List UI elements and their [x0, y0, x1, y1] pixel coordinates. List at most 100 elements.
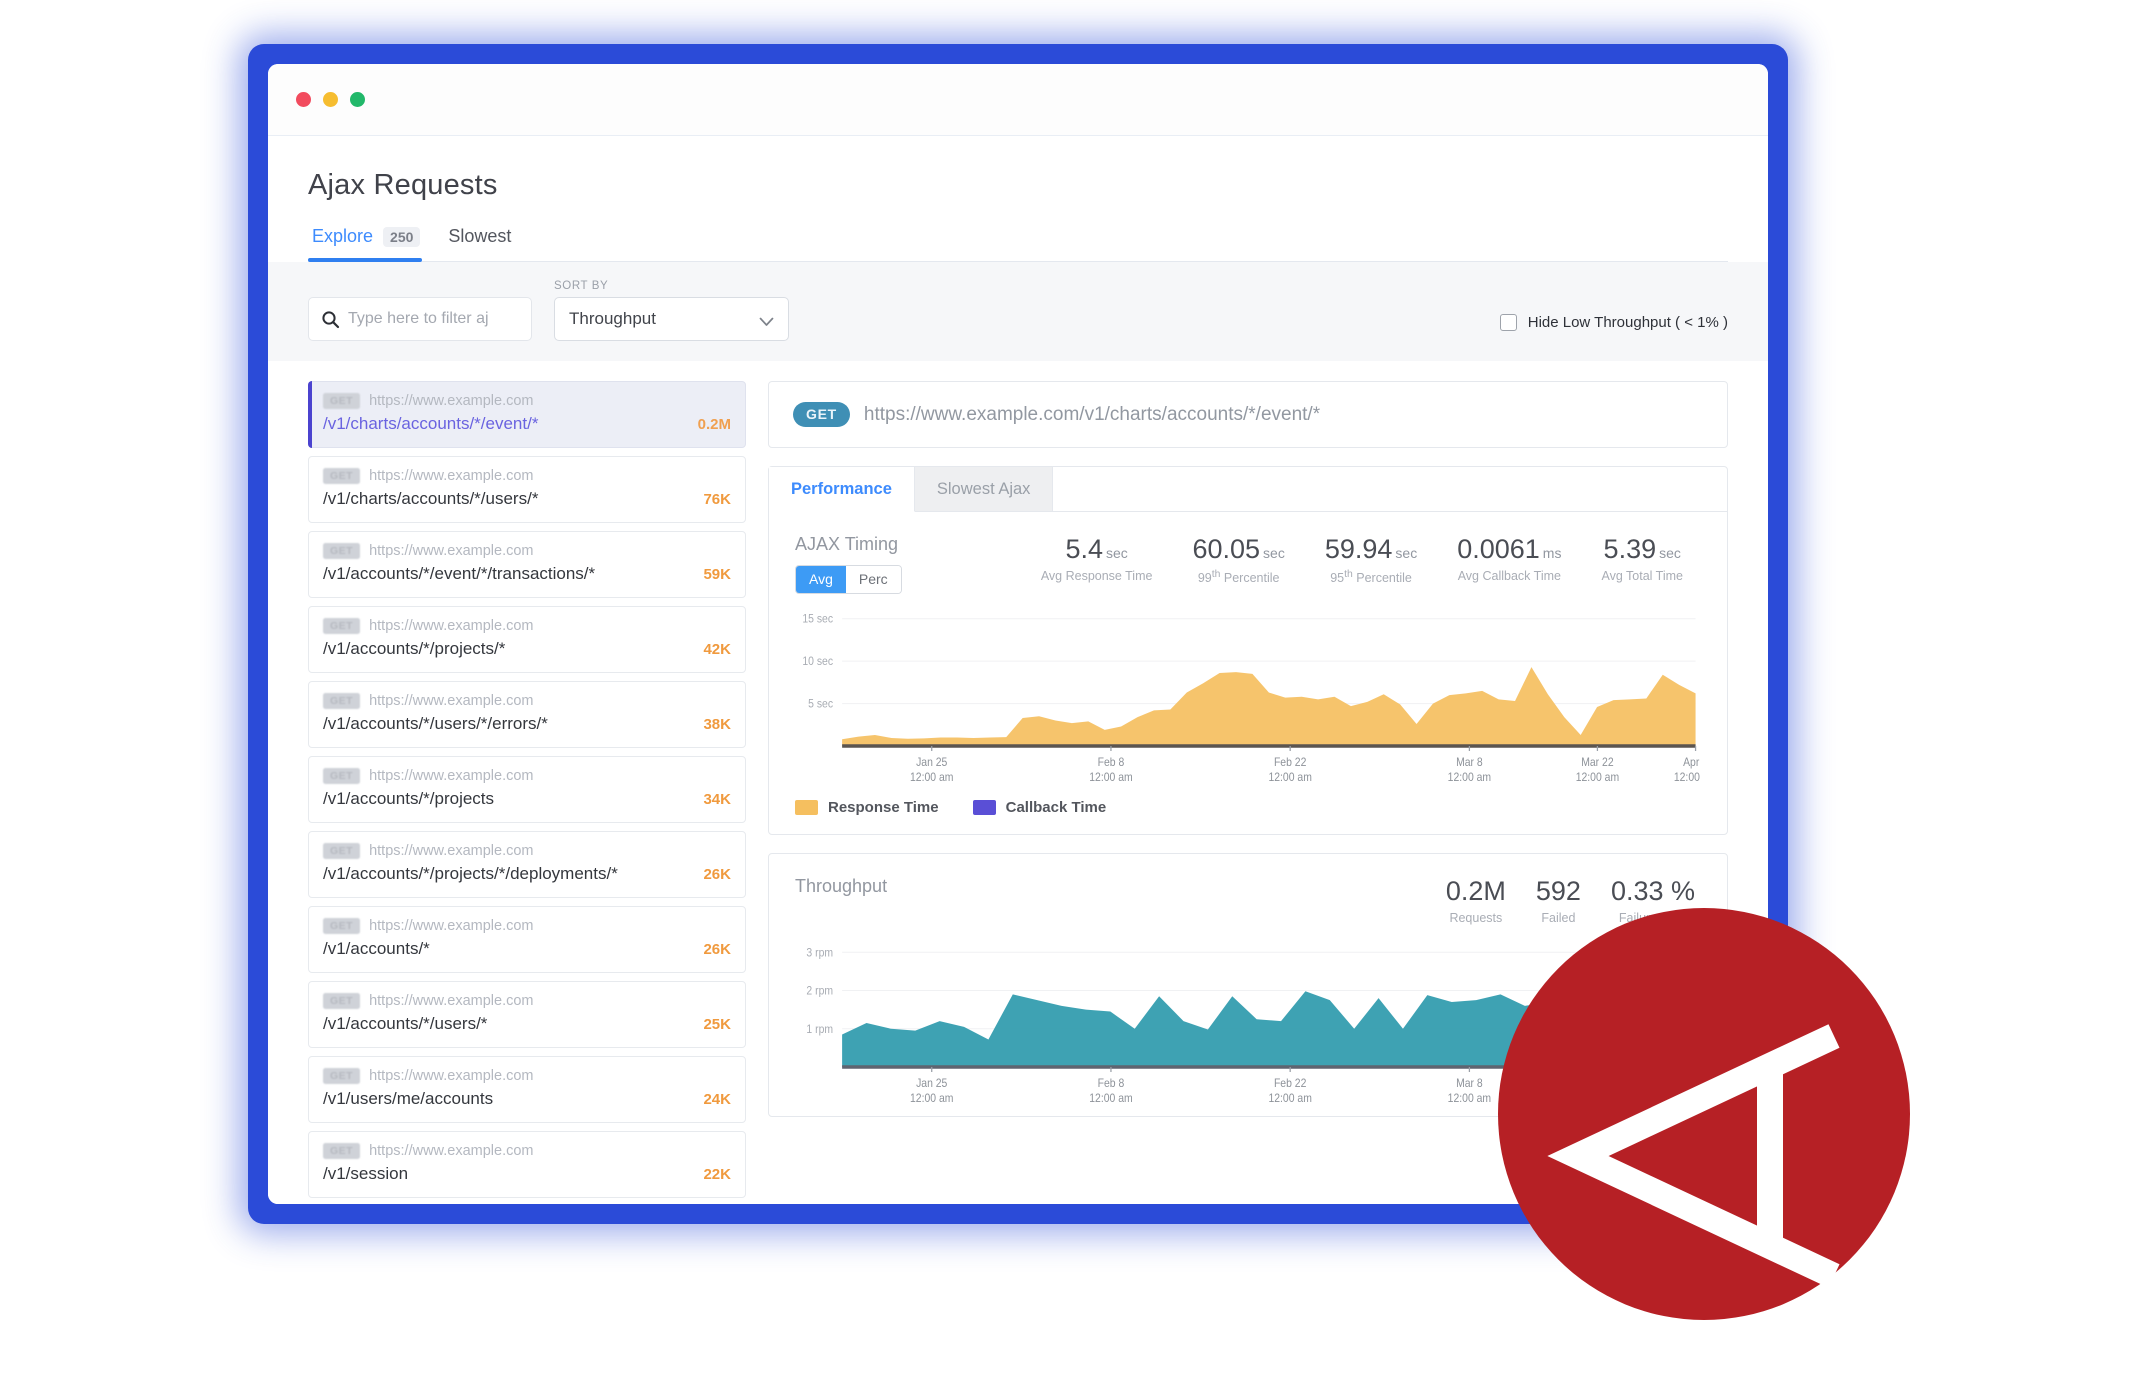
list-item-host-row: GET https://www.example.com	[323, 618, 731, 634]
metric-99th-percentile: 60.05 sec 99th Percentile	[1192, 534, 1284, 585]
tab-slowest-ajax[interactable]: Slowest Ajax	[914, 467, 1054, 511]
chevron-down-icon	[759, 314, 774, 332]
search-box[interactable]	[308, 297, 532, 341]
metric-avg-response-time: 5.4 sec Avg Response Time	[1041, 534, 1153, 585]
list-item[interactable]: GET https://www.example.com/v1/session 22K	[308, 1131, 746, 1198]
list-item-path: /v1/session	[323, 1164, 409, 1183]
timing-legend: Response Time Callback Time	[769, 795, 1727, 834]
svg-text:12:00 am: 12:00 am	[1268, 772, 1311, 785]
traffic-lights	[296, 92, 365, 107]
list-item-host-row: GET https://www.example.com	[323, 918, 731, 934]
throughput-title: Throughput	[795, 876, 888, 896]
endpoint-url: https://www.example.com/v1/charts/accoun…	[863, 403, 1321, 425]
timing-header: AJAX Timing Avg Perc 5.4 sec Avg Response…	[769, 512, 1727, 594]
list-item-count: 42K	[703, 641, 731, 658]
maximize-icon[interactable]	[350, 92, 365, 107]
svg-text:10 sec: 10 sec	[802, 656, 833, 669]
svg-text:1 rpm: 1 rpm	[806, 1023, 833, 1036]
search-icon	[321, 310, 340, 329]
svg-text:12:00 am: 12:00 am	[1268, 1093, 1311, 1106]
svg-text:Feb 8: Feb 8	[1098, 1078, 1125, 1091]
list-item-count: 26K	[703, 866, 731, 883]
list-item-path-row: /v1/accounts/*/projects/*/deployments/* 2…	[323, 864, 731, 884]
svg-text:Mar 8: Mar 8	[1456, 757, 1483, 770]
list-item[interactable]: GET https://www.example.com/v1/charts/acc…	[308, 456, 746, 523]
list-item-count: 59K	[703, 566, 731, 583]
hide-low-throughput-toggle[interactable]: Hide Low Throughput ( < 1% )	[1499, 314, 1728, 341]
svg-text:Feb 22: Feb 22	[1274, 1078, 1306, 1091]
svg-text:12:00 am: 12:00 am	[1674, 772, 1701, 785]
list-item[interactable]: GET https://www.example.com/v1/accounts/*…	[308, 981, 746, 1048]
list-item-path: /v1/accounts/*	[323, 939, 430, 958]
legend-label: Response Time	[828, 799, 939, 816]
http-method-badge: GET	[323, 1143, 361, 1159]
toggle-perc[interactable]: Perc	[845, 566, 901, 593]
list-item-count: 76K	[703, 491, 731, 508]
list-item[interactable]: GET https://www.example.com/v1/accounts/*…	[308, 531, 746, 598]
list-item-host: https://www.example.com	[369, 1143, 534, 1159]
toggle-avg[interactable]: Avg	[796, 566, 846, 593]
http-method-badge: GET	[323, 618, 361, 634]
list-item-host: https://www.example.com	[369, 1068, 534, 1084]
list-item[interactable]: GET https://www.example.com/v1/accounts/*…	[308, 756, 746, 823]
sort-select[interactable]: Throughput	[554, 297, 789, 341]
hide-low-throughput-label: Hide Low Throughput ( < 1% )	[1527, 314, 1728, 331]
metric-value: 60.05 sec	[1192, 534, 1285, 564]
svg-text:Feb 8: Feb 8	[1098, 757, 1125, 770]
list-item-path-row: /v1/accounts/*/event/*/transactions/* 59K	[323, 564, 731, 584]
hide-low-throughput-checkbox[interactable]	[1499, 314, 1517, 331]
list-item[interactable]: GET https://www.example.com/v1/accounts/*…	[308, 906, 746, 973]
legend-swatch	[972, 800, 996, 815]
detail-tabs: Performance Slowest Ajax	[769, 467, 1727, 512]
list-item-host-row: GET https://www.example.com	[323, 843, 731, 859]
browser-chrome	[268, 64, 1768, 136]
list-item[interactable]: GET https://www.example.com/v1/charts/acc…	[308, 381, 746, 448]
list-item-host-row: GET https://www.example.com	[323, 1068, 731, 1084]
legend-response-time: Response Time	[795, 799, 939, 816]
tab-performance[interactable]: Performance	[769, 467, 915, 512]
screenshot-root: Ajax Requests Explore 250 Slowest Type h…	[0, 0, 2134, 1384]
metric-label: 99th Percentile	[1197, 569, 1280, 586]
metric-value: 0.0061 ms	[1457, 534, 1562, 564]
metric-95th-percentile: 59.94 sec 95th Percentile	[1325, 534, 1417, 585]
metric-value: 5.39 sec	[1603, 534, 1681, 564]
list-item-path-row: /v1/accounts/*/users/*/errors/* 38K	[323, 714, 731, 734]
tab-slowest-label: Slowest	[448, 226, 512, 246]
list-item-path: /v1/users/me/accounts	[323, 1089, 494, 1108]
http-method-badge: GET	[323, 768, 361, 784]
http-method-badge: GET	[793, 402, 850, 427]
list-item[interactable]: GET https://www.example.com/v1/accounts/*…	[308, 831, 746, 898]
avg-perc-toggle: Avg Perc	[795, 565, 902, 594]
sort-select-value: Throughput	[569, 309, 656, 328]
svg-text:12:00 am: 12:00 am	[1448, 1093, 1491, 1106]
metric-value: 59.94 sec	[1324, 534, 1418, 564]
filter-bar: SORT BY Throughput Hide Low Throughput (…	[268, 262, 1768, 361]
search-input[interactable]	[348, 310, 519, 328]
sort-by-label: SORT BY	[554, 280, 609, 292]
tab-slowest[interactable]: Slowest	[444, 222, 529, 261]
close-icon[interactable]	[296, 92, 311, 107]
list-item-path-row: /v1/session 22K	[323, 1164, 731, 1184]
metric-value: 0.2M	[1445, 876, 1506, 906]
legend-swatch	[795, 800, 818, 815]
list-item[interactable]: GET https://www.example.com/v1/accounts/*…	[308, 606, 746, 673]
svg-text:12:00 am: 12:00 am	[910, 1093, 953, 1106]
list-item[interactable]: GET https://www.example.com/v1/accounts/*…	[308, 681, 746, 748]
tab-explore-count: 250	[383, 226, 421, 247]
list-item-path-row: /v1/accounts/* 26K	[323, 939, 731, 959]
metric-label: 95th Percentile	[1330, 569, 1412, 586]
list-item-count: 38K	[703, 716, 731, 733]
list-item-path: /v1/accounts/*/users/*/errors/*	[323, 714, 548, 733]
http-method-badge: GET	[323, 543, 361, 559]
svg-text:2 rpm: 2 rpm	[806, 985, 833, 998]
legend-callback-time: Callback Time	[972, 799, 1106, 816]
list-item[interactable]: GET https://www.example.com/v1/users/me/a…	[308, 1056, 746, 1123]
svg-text:Jan 25: Jan 25	[916, 757, 947, 770]
svg-text:Jan 25: Jan 25	[916, 1078, 947, 1091]
svg-text:12:00 am: 12:00 am	[1089, 772, 1132, 785]
metric-label: Avg Callback Time	[1457, 569, 1561, 583]
list-item-path: /v1/charts/accounts/*/users/*	[323, 489, 539, 508]
tab-explore[interactable]: Explore 250	[308, 222, 438, 262]
list-item-count: 34K	[703, 791, 731, 808]
minimize-icon[interactable]	[323, 92, 338, 107]
